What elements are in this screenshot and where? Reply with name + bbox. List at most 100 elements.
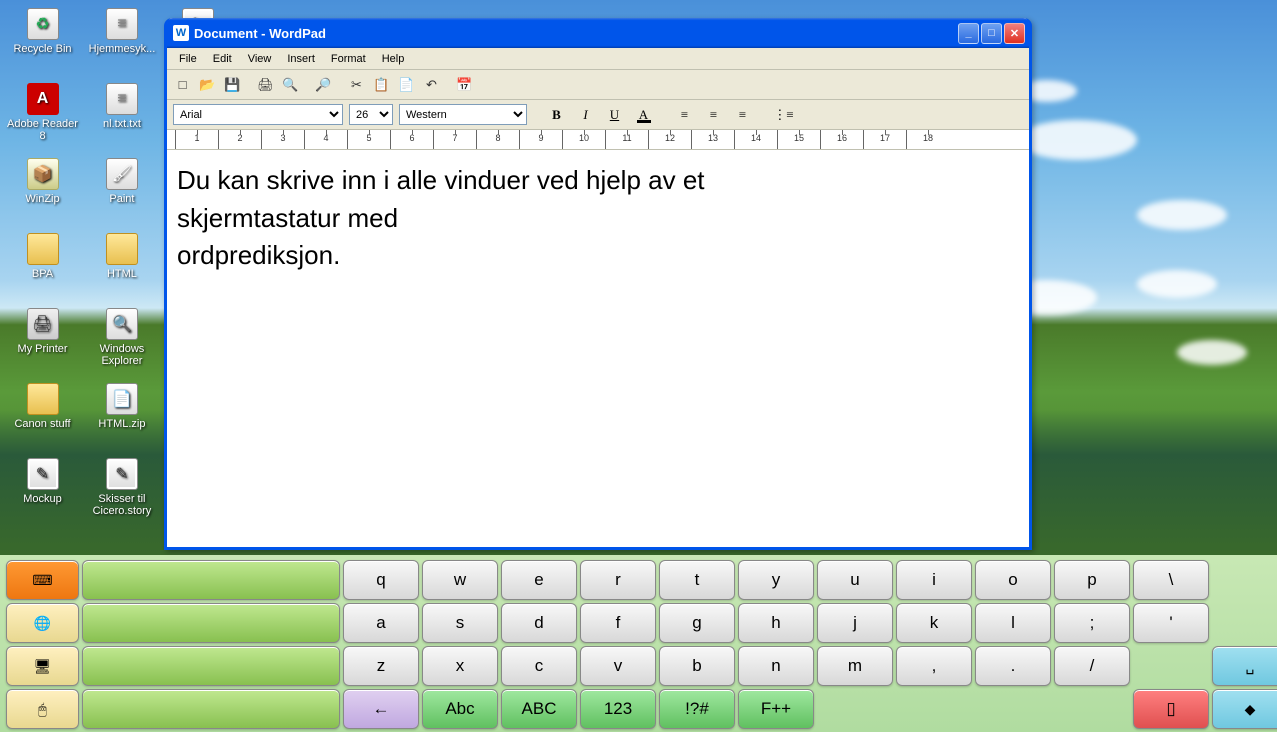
save-button[interactable]: 💾 (221, 74, 244, 96)
script-combo[interactable]: Western (399, 104, 527, 125)
ruler-tick: 16 (820, 130, 863, 149)
desktop-icon[interactable]: HTML (84, 230, 159, 305)
key-c[interactable]: c (501, 646, 577, 686)
key-r[interactable]: r (580, 560, 656, 600)
key-k[interactable]: k (896, 603, 972, 643)
key-e[interactable]: e (501, 560, 577, 600)
bullets-button[interactable]: ⋮≡ (772, 104, 795, 126)
menu-help[interactable]: Help (374, 51, 413, 67)
desktop-icon[interactable]: ≡nl.txt.txt (84, 80, 159, 155)
desktop-icon[interactable]: 🖌Paint (84, 155, 159, 230)
key-y[interactable]: y (738, 560, 814, 600)
key-h[interactable]: h (738, 603, 814, 643)
key-u[interactable]: u (817, 560, 893, 600)
keyboard-mode-button[interactable]: ⌨ (6, 560, 79, 600)
clipboard-key[interactable]: ▯ (1133, 689, 1209, 729)
mode-abc[interactable]: ABC (501, 689, 577, 729)
key-/[interactable]: / (1054, 646, 1130, 686)
key-j[interactable]: j (817, 603, 893, 643)
shift-left-key[interactable]: ← (343, 689, 419, 729)
mode-123[interactable]: 123 (580, 689, 656, 729)
bold-button[interactable]: B (545, 104, 568, 126)
key-a[interactable]: a (343, 603, 419, 643)
desktop-icon[interactable]: ✎Skisser til Cicero.story (84, 455, 159, 530)
paste-button[interactable]: 📄 (395, 74, 418, 96)
computer-mode-button[interactable]: 🖥 (6, 646, 79, 686)
key-l[interactable]: l (975, 603, 1051, 643)
datetime-button[interactable]: 📅 (453, 74, 476, 96)
print-button[interactable]: 🖨 (254, 74, 277, 96)
key-d[interactable]: d (501, 603, 577, 643)
titlebar[interactable]: W Document - WordPad _ □ ✕ (167, 18, 1029, 48)
mode-abc[interactable]: Abc (422, 689, 498, 729)
menu-view[interactable]: View (240, 51, 280, 67)
desktop-icon[interactable]: ≡Hjemmesyk... (84, 5, 159, 80)
open-button[interactable]: 📂 (196, 74, 219, 96)
key-\[interactable]: \ (1133, 560, 1209, 600)
key-v[interactable]: v (580, 646, 656, 686)
empty-slot (1054, 689, 1130, 729)
minimize-button[interactable]: _ (958, 23, 979, 44)
globe-mode-button[interactable]: 🌐 (6, 603, 79, 643)
ruler[interactable]: 123456789101112131415161718 (167, 130, 1029, 150)
diamond-key[interactable]: ◆ (1212, 689, 1277, 729)
mode-f[interactable]: F++ (738, 689, 814, 729)
mode-[interactable]: !?# (659, 689, 735, 729)
key-i[interactable]: i (896, 560, 972, 600)
desktop-icon[interactable]: 🖨My Printer (5, 305, 80, 380)
desktop-icon[interactable]: ✎Mockup (5, 455, 80, 530)
prediction-slot-2[interactable] (82, 603, 340, 643)
font-color-button[interactable]: A (632, 104, 655, 126)
font-size-combo[interactable]: 26 (349, 104, 393, 125)
prediction-slot-1[interactable] (82, 560, 340, 600)
key-z[interactable]: z (343, 646, 419, 686)
close-button[interactable]: ✕ (1004, 23, 1025, 44)
align-center-button[interactable]: ≡ (702, 104, 725, 126)
align-left-button[interactable]: ≡ (673, 104, 696, 126)
key-s[interactable]: s (422, 603, 498, 643)
font-combo[interactable]: Arial (173, 104, 343, 125)
key-m[interactable]: m (817, 646, 893, 686)
italic-button[interactable]: I (574, 104, 597, 126)
key-b[interactable]: b (659, 646, 735, 686)
key-w[interactable]: w (422, 560, 498, 600)
copy-button[interactable]: 📋 (370, 74, 393, 96)
align-right-button[interactable]: ≡ (731, 104, 754, 126)
key-t[interactable]: t (659, 560, 735, 600)
menu-file[interactable]: File (171, 51, 205, 67)
desktop-icon[interactable]: Canon stuff (5, 380, 80, 455)
cut-button[interactable]: ✂ (345, 74, 368, 96)
mouse-mode-button[interactable]: 🖱 (6, 689, 79, 729)
key-g[interactable]: g (659, 603, 735, 643)
key-.[interactable]: . (975, 646, 1051, 686)
underline-button[interactable]: U (603, 104, 626, 126)
space-key[interactable]: ␣ (1212, 646, 1277, 686)
menu-edit[interactable]: Edit (205, 51, 240, 67)
key-,[interactable]: , (896, 646, 972, 686)
prediction-slot-4[interactable] (82, 689, 340, 729)
new-button[interactable]: □ (171, 74, 194, 96)
menu-insert[interactable]: Insert (279, 51, 323, 67)
key-o[interactable]: o (975, 560, 1051, 600)
maximize-button[interactable]: □ (981, 23, 1002, 44)
wordpad-window[interactable]: W Document - WordPad _ □ ✕ FileEditViewI… (164, 18, 1032, 550)
key-'[interactable]: ' (1133, 603, 1209, 643)
document-area[interactable]: Du kan skrive inn i alle vinduer ved hje… (167, 150, 1029, 547)
undo-button[interactable]: ↶ (420, 74, 443, 96)
key-x[interactable]: x (422, 646, 498, 686)
desktop-icon[interactable]: 📦WinZip (5, 155, 80, 230)
key-n[interactable]: n (738, 646, 814, 686)
print-preview-button[interactable]: 🔍 (279, 74, 302, 96)
desktop-icon[interactable]: AAdobe Reader 8 (5, 80, 80, 155)
key-f[interactable]: f (580, 603, 656, 643)
key-p[interactable]: p (1054, 560, 1130, 600)
desktop-icon[interactable]: 🔍Windows Explorer (84, 305, 159, 380)
prediction-slot-3[interactable] (82, 646, 340, 686)
menu-format[interactable]: Format (323, 51, 374, 67)
key-q[interactable]: q (343, 560, 419, 600)
desktop-icon[interactable]: BPA (5, 230, 80, 305)
key-;[interactable]: ; (1054, 603, 1130, 643)
find-button[interactable]: 🔎 (312, 74, 335, 96)
desktop-icon[interactable]: 📄HTML.zip (84, 380, 159, 455)
desktop-icon[interactable]: ♻Recycle Bin (5, 5, 80, 80)
